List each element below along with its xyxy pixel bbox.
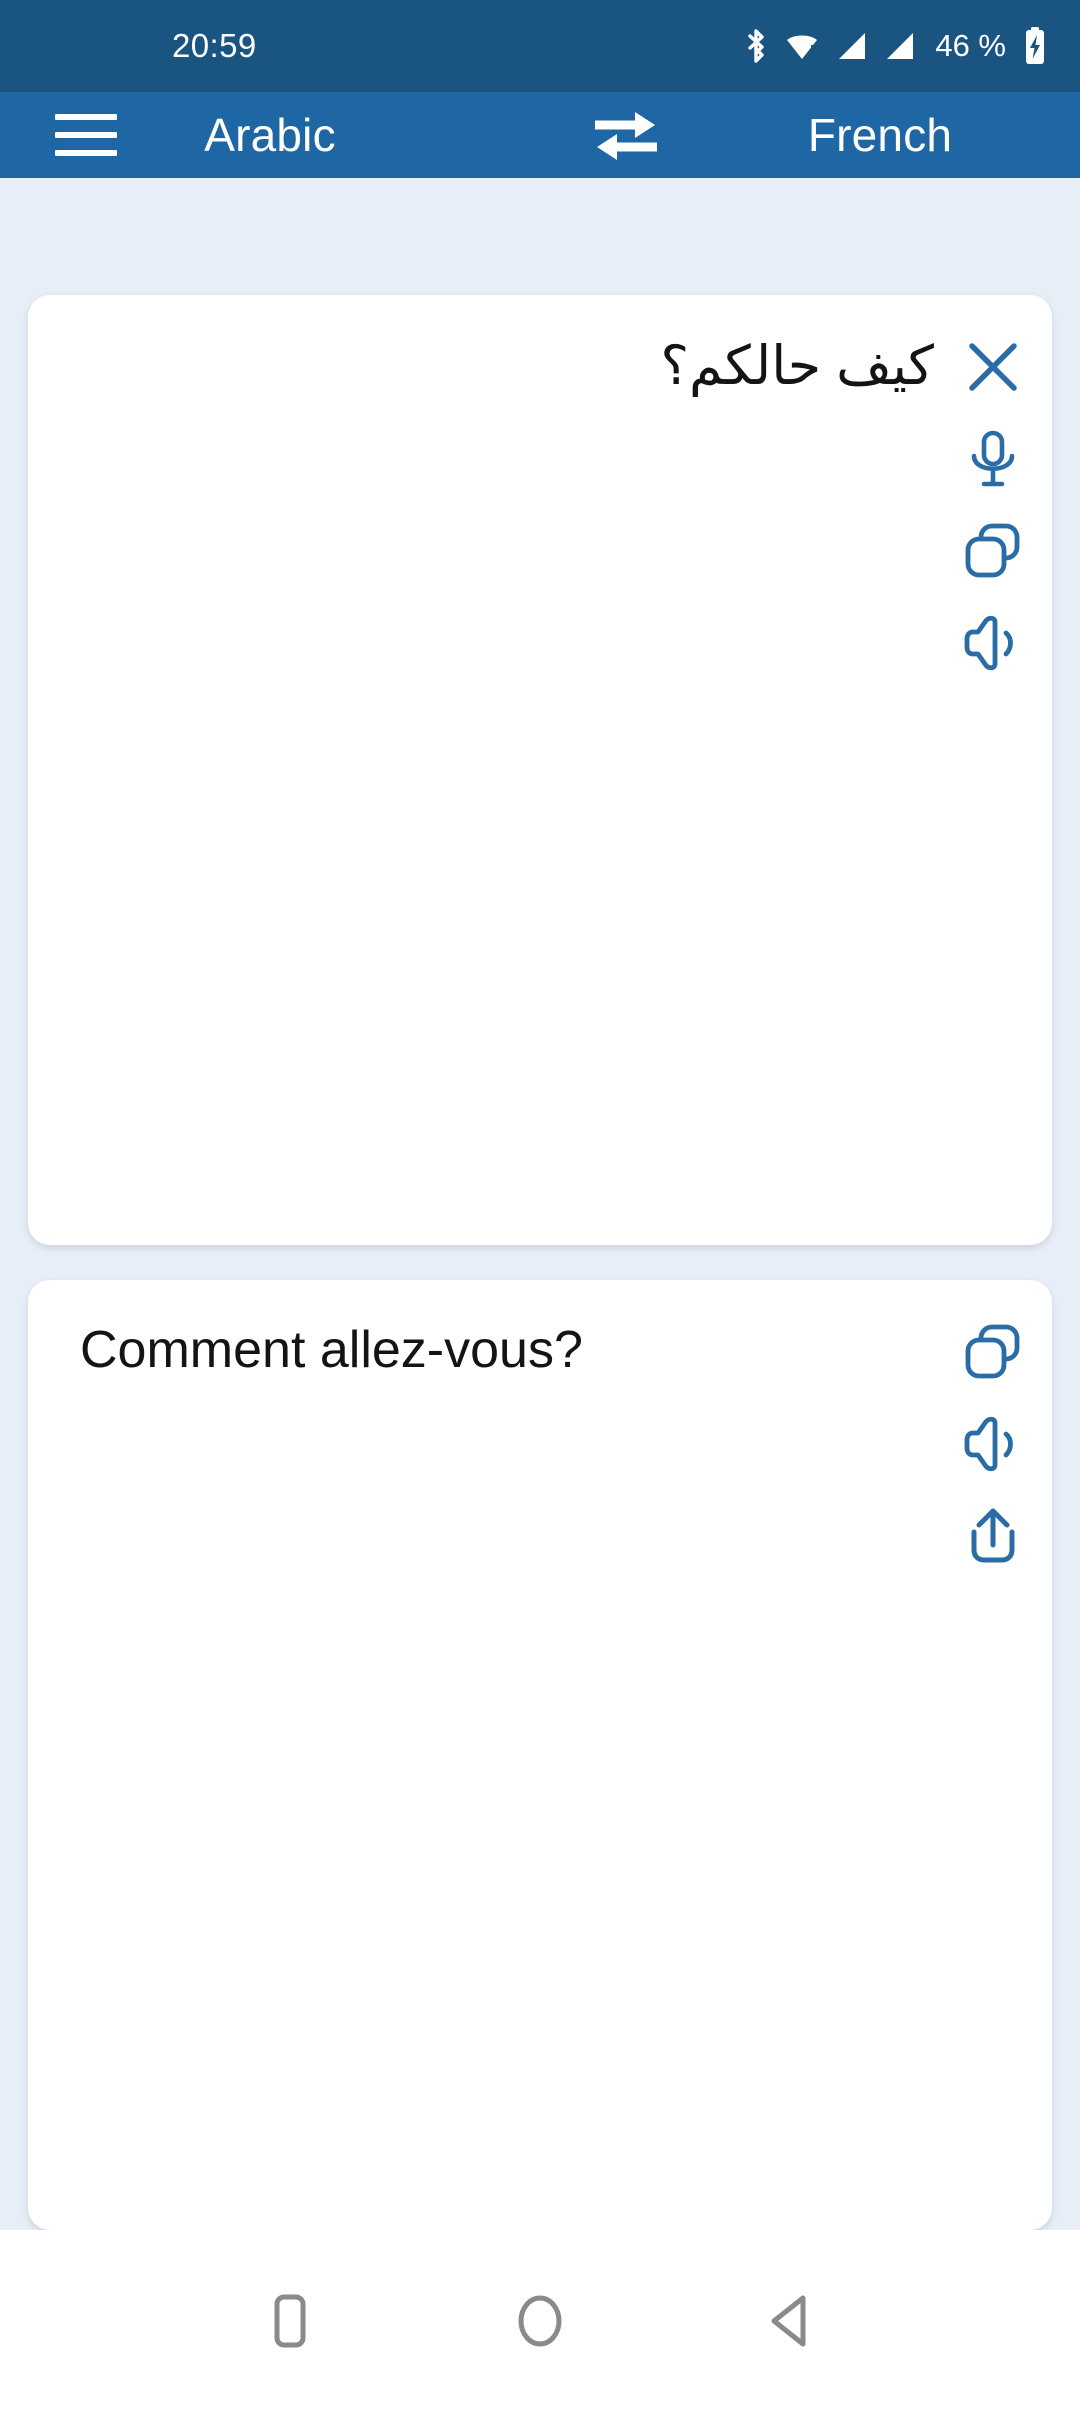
speak-button[interactable]: [934, 597, 1052, 689]
target-card-actions: [934, 1306, 1052, 1582]
back-icon: [761, 2290, 819, 2352]
bluetooth-icon: [743, 27, 769, 65]
speaker-icon: [962, 1415, 1024, 1473]
battery-percent-label: 46 %: [935, 28, 1006, 63]
recents-icon: [263, 2290, 317, 2352]
wifi-icon: [783, 27, 821, 65]
microphone-button[interactable]: [934, 413, 1052, 505]
home-icon: [511, 2290, 569, 2352]
home-button[interactable]: [415, 2230, 665, 2412]
speak-button[interactable]: [934, 1398, 1052, 1490]
translated-text[interactable]: Comment allez-vous?: [80, 1318, 934, 1383]
back-button[interactable]: [665, 2230, 915, 2412]
share-icon: [964, 1505, 1022, 1567]
app-bar: Arabic French: [0, 92, 1080, 178]
copy-button[interactable]: [934, 505, 1052, 597]
app-screen: 20:59 46 % Arabic French كيف حالكم؟ Comm…: [0, 0, 1080, 2412]
source-text[interactable]: كيف حالكم؟: [68, 333, 934, 401]
recents-button[interactable]: [165, 2230, 415, 2412]
battery-charging-icon: [1022, 25, 1048, 67]
copy-icon: [962, 521, 1024, 581]
signal-icon-sim1: [835, 29, 869, 63]
source-language-selector[interactable]: Arabic: [0, 92, 540, 178]
target-language-selector[interactable]: French: [680, 92, 1080, 178]
copy-icon: [962, 1322, 1024, 1382]
source-card-actions: [934, 321, 1052, 689]
target-text-card[interactable]: Comment allez-vous?: [28, 1280, 1052, 2230]
status-bar: 20:59 46 %: [0, 0, 1080, 92]
translation-area: كيف حالكم؟ Comment allez-vous?: [0, 178, 1080, 2230]
speaker-icon: [962, 614, 1024, 672]
status-bar-clock: 20:59: [172, 27, 257, 64]
clear-button[interactable]: [934, 321, 1052, 413]
swap-languages-icon[interactable]: [578, 100, 674, 170]
signal-icon-sim2: [883, 29, 917, 63]
microphone-icon: [964, 428, 1022, 490]
share-button[interactable]: [934, 1490, 1052, 1582]
close-icon: [962, 336, 1024, 398]
source-text-card[interactable]: كيف حالكم؟: [28, 295, 1052, 1245]
status-bar-icons: 46 %: [743, 25, 1048, 67]
copy-button[interactable]: [934, 1306, 1052, 1398]
system-navigation-bar: [0, 2230, 1080, 2412]
